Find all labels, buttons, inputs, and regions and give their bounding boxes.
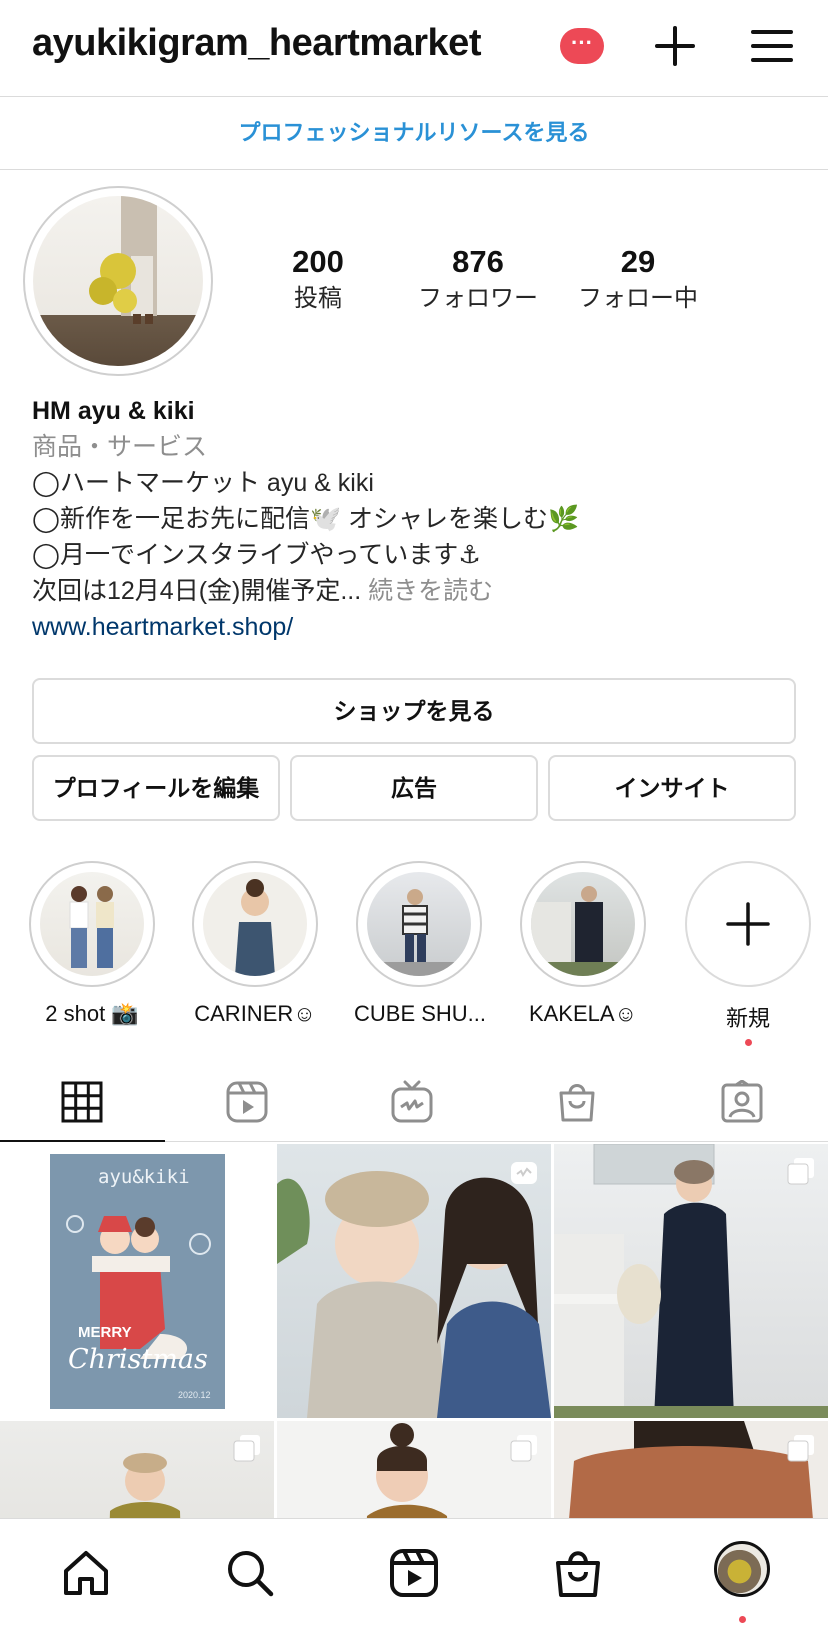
tagged-person-icon	[721, 1080, 763, 1123]
tab-igtv[interactable]	[330, 1060, 495, 1142]
shopping-bag-icon	[559, 1084, 595, 1122]
followers-count[interactable]: 876 フォロワー	[398, 242, 558, 316]
post-thumbnail[interactable]	[277, 1144, 551, 1418]
menu-icon[interactable]	[748, 22, 796, 70]
tab-reels[interactable]	[165, 1060, 330, 1142]
highlight-2shot[interactable]: 2 shot 📸	[27, 861, 157, 1027]
profile-avatar[interactable]	[23, 186, 213, 376]
carousel-icon	[233, 1435, 260, 1462]
followers-number: 876	[452, 244, 504, 279]
posts-number: 200	[292, 244, 344, 279]
bio-line-2: ◯新作を一足お先に配信🕊️ オシャレを楽しむ🌿	[32, 505, 580, 533]
add-highlight-icon	[726, 902, 770, 946]
website-link[interactable]: www.heartmarket.shop/	[32, 609, 802, 645]
highlight-label: KAKELA☺	[528, 1001, 638, 1026]
post-thumbnail[interactable]	[554, 1144, 828, 1418]
post-greeting-text-2: Christmas	[68, 1344, 208, 1375]
tab-posts-grid[interactable]	[0, 1060, 165, 1142]
carousel-icon	[787, 1435, 814, 1462]
new-indicator-dot	[744, 1039, 752, 1046]
igtv-icon	[391, 1080, 433, 1123]
professional-resources-link[interactable]: プロフェッショナルリソースを見る	[0, 97, 828, 170]
search-icon[interactable]	[222, 1545, 278, 1601]
bio-line-4-text: 次回は12月4日(金)開催予定...	[32, 577, 362, 605]
igtv-badge-icon	[511, 1162, 537, 1184]
home-icon[interactable]	[58, 1545, 114, 1601]
highlight-label: 新規	[725, 1006, 770, 1031]
following-number: 29	[620, 244, 656, 279]
post-thumbnail[interactable]	[0, 1421, 274, 1518]
create-post-icon[interactable]	[651, 22, 699, 70]
ads-button[interactable]: 広告	[290, 755, 538, 821]
bio-line-3: ◯月一でインスタライブやっています⚓	[32, 541, 481, 569]
post-date-text: 2020.12	[178, 1390, 211, 1400]
highlight-kakela[interactable]: KAKELA☺	[518, 861, 648, 1027]
following-label: フォロー中	[578, 285, 698, 312]
post-thumbnail[interactable]	[554, 1421, 828, 1518]
posts-count[interactable]: 200 投稿	[238, 242, 398, 316]
grid-icon	[61, 1081, 103, 1123]
reels-nav-icon[interactable]	[386, 1545, 442, 1601]
post-brand-text: ayu&kiki	[98, 1166, 190, 1188]
profile-category: 商品・サービス	[32, 433, 208, 461]
carousel-icon	[787, 1158, 814, 1185]
highlight-cube-shu[interactable]: CUBE SHU...	[354, 861, 487, 1027]
profile-nav-avatar[interactable]	[714, 1541, 770, 1597]
view-shop-button[interactable]: ショップを見る	[32, 678, 796, 744]
highlight-cariner[interactable]: CARINER☺	[190, 861, 320, 1027]
top-header: ayukikigram_heartmarket ···	[0, 0, 828, 97]
post-thumbnail[interactable]: ayu&kiki MERRY Christmas 2020.12	[0, 1144, 274, 1418]
highlight-label: CARINER☺	[194, 1001, 316, 1026]
profile-bio: HM ayu & kiki 商品・サービス ◯ハートマーケット ayu & ki…	[32, 393, 802, 645]
profile-username[interactable]: ayukikigram_heartmarket	[32, 22, 481, 65]
following-count[interactable]: 29 フォロー中	[558, 242, 718, 316]
tab-shop[interactable]	[495, 1060, 660, 1142]
bio-line-4: 次回は12月4日(金)開催予定... 続きを読む	[32, 573, 802, 609]
edit-profile-button[interactable]: プロフィールを編集	[32, 755, 280, 821]
tab-tagged[interactable]	[660, 1060, 825, 1142]
profile-notification-dot	[739, 1616, 746, 1623]
display-name: HM ayu & kiki	[32, 397, 195, 425]
reels-icon	[226, 1081, 268, 1123]
bottom-navigation	[0, 1518, 828, 1650]
post-greeting-text: MERRY	[78, 1324, 132, 1341]
highlight-label: 2 shot 📸	[45, 1001, 139, 1026]
highlight-new[interactable]: 新規	[683, 861, 813, 1046]
carousel-icon	[510, 1435, 537, 1462]
insights-button[interactable]: インサイト	[548, 755, 796, 821]
bio-line-1: ◯ハートマーケット ayu & kiki	[32, 469, 374, 497]
posts-grid: ayu&kiki MERRY Christmas 2020.12	[0, 1144, 828, 1518]
posts-label: 投稿	[294, 285, 342, 312]
shop-nav-icon[interactable]	[550, 1545, 606, 1601]
profile-tabs	[0, 1060, 828, 1142]
notification-badge[interactable]: ···	[560, 28, 604, 64]
followers-label: フォロワー	[418, 285, 538, 312]
avatar-image	[33, 196, 203, 366]
post-thumbnail[interactable]	[277, 1421, 551, 1518]
highlight-label: CUBE SHU...	[354, 1001, 487, 1026]
read-more-link[interactable]: 続きを読む	[361, 577, 493, 605]
